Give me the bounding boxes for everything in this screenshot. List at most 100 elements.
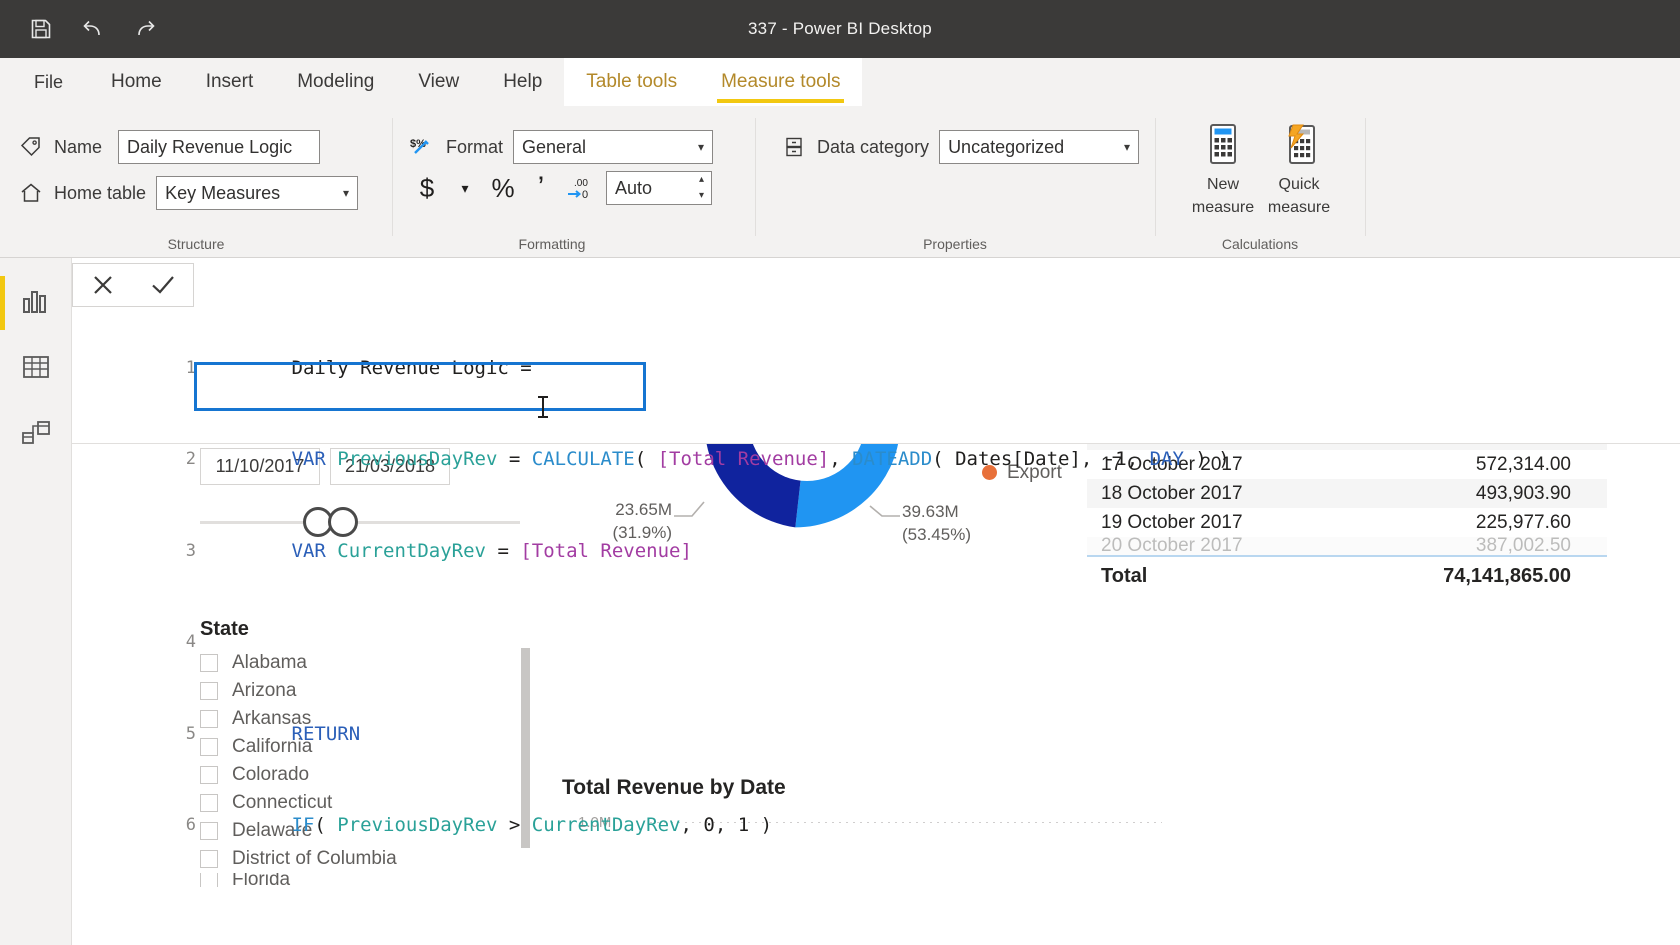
code-token: -1 (1103, 448, 1127, 470)
code-token: ( (932, 448, 956, 470)
code-token: VAR (291, 539, 338, 562)
percent-format-button[interactable]: % (484, 168, 522, 208)
currency-dropdown-button[interactable]: ▾ (446, 168, 484, 208)
code-token: Daily Revenue Logic = (291, 356, 532, 379)
code-token: DATEADD (852, 448, 933, 470)
data-table-icon (21, 352, 51, 387)
ribbon-group-properties: Data category Uncategorized ▾ Properties (755, 106, 1155, 258)
list-item[interactable]: Florida (200, 873, 530, 887)
code-line-6: 6 IF( PreviousDayRev > CurrentDayRev, 0, … (186, 780, 1670, 836)
code-token: IF (291, 814, 315, 836)
measure-name-input[interactable] (118, 130, 321, 164)
code-token: , (680, 814, 704, 836)
code-token: PreviousDayRev (337, 448, 509, 470)
tab-modeling[interactable]: Modeling (275, 58, 396, 106)
chevron-down-icon: ▾ (697, 140, 705, 154)
ribbon-group-structure: Name Home table Key Measures ▾ Structure (0, 106, 392, 258)
text-cursor-icon (538, 396, 548, 418)
tab-view[interactable]: View (396, 58, 481, 106)
dax-formula-bar[interactable]: 1 Daily Revenue Logic = 2 VAR PreviousDayR… (72, 258, 1680, 836)
stepper-arrows-icon[interactable]: ▴ ▾ (699, 175, 704, 201)
code-token: CurrentDayRev (531, 814, 681, 836)
svg-text:.00: .00 (574, 178, 588, 189)
code-token: VAR (291, 448, 338, 470)
format-label: Format (446, 136, 504, 157)
ribbon-tab-strip: File Home Insert Modeling View Help Tabl… (0, 58, 1680, 106)
checkbox-icon[interactable] (200, 873, 218, 887)
line-number: 2 (185, 449, 196, 469)
format-value: General (522, 137, 587, 157)
line-number: 4 (185, 632, 196, 652)
tab-table-tools[interactable]: Table tools (564, 58, 700, 106)
tab-measure-tools[interactable]: Measure tools (699, 58, 863, 106)
sidebar-item-report-view[interactable] (0, 270, 72, 336)
data-category-icon (781, 134, 807, 160)
code-token: Dates[Date] (955, 448, 1081, 470)
formatting-group-label: Formatting (518, 236, 586, 252)
tab-insert[interactable]: Insert (184, 58, 276, 106)
home-icon (18, 180, 44, 206)
code-line-2: 2 VAR PreviousDayRev = CALCULATE( [Total … (186, 414, 1670, 470)
decrease-decimals-button[interactable]: .00 0 (560, 168, 598, 208)
dax-code-editor[interactable]: 1 Daily Revenue Logic = 2 VAR PreviousDayR… (186, 261, 1670, 871)
sidebar-item-model-view[interactable] (0, 402, 72, 468)
home-table-label: Home table (54, 182, 147, 203)
code-token: RETURN (291, 722, 361, 745)
currency-format-button[interactable]: $ (408, 168, 446, 208)
code-token: 0 (703, 814, 715, 836)
code-token: = (508, 448, 532, 470)
home-table-value: Key Measures (165, 183, 281, 203)
code-token: [Total Revenue] (657, 448, 830, 470)
line-number: 6 (185, 815, 196, 835)
ribbon-separator (1365, 118, 1366, 236)
home-table-select[interactable]: Key Measures ▾ (156, 176, 359, 210)
code-token: , (1080, 448, 1104, 470)
code-token: ( (634, 448, 658, 470)
code-token: ) ) (1183, 448, 1230, 470)
quick-measure-button[interactable]: Quick measure (1251, 116, 1347, 218)
tag-icon (18, 134, 44, 160)
view-switcher-rail (0, 258, 72, 945)
data-category-label: Data category (817, 136, 930, 157)
undo-icon[interactable] (78, 14, 108, 44)
commit-formula-button[interactable] (140, 264, 186, 306)
tab-file[interactable]: File (0, 58, 89, 106)
code-line-1: 1 Daily Revenue Logic = (186, 322, 1670, 379)
tab-help[interactable]: Help (481, 58, 564, 106)
report-bar-chart-icon (21, 286, 51, 321)
code-token: > (508, 814, 532, 836)
title-bar: 337 - Power BI Desktop (0, 0, 1680, 58)
redo-icon[interactable] (130, 14, 160, 44)
sidebar-item-data-view[interactable] (0, 336, 72, 402)
code-token: , (829, 448, 853, 470)
decimals-value: Auto (615, 178, 653, 198)
data-category-value: Uncategorized (948, 137, 1065, 157)
thousands-separator-button[interactable]: ’ (522, 168, 560, 208)
code-token: PreviousDayRev (337, 814, 509, 836)
calculations-group-label: Calculations (1221, 236, 1299, 252)
tab-home[interactable]: Home (89, 58, 184, 106)
line-number: 1 (185, 357, 196, 378)
ribbon-group-calculations: New measure Quick measure Calculations (1155, 106, 1365, 258)
data-category-select[interactable]: Uncategorized ▾ (939, 130, 1140, 164)
format-select[interactable]: General ▾ (513, 130, 714, 164)
code-token: = (497, 539, 521, 562)
quick-measure-label-line1: Quick (1278, 176, 1320, 193)
code-token: 1 (737, 814, 750, 836)
decimals-stepper[interactable]: Auto ▴ ▾ (606, 171, 712, 205)
cancel-formula-button[interactable] (80, 264, 126, 306)
ribbon-group-formatting: $% Format General ▾ $ ▾ % ’ .00 0 Auto ▴… (392, 106, 714, 258)
name-label: Name (54, 136, 103, 157)
code-token: CALCULATE (531, 448, 635, 470)
line-number: 3 (185, 540, 196, 561)
svg-text:0: 0 (582, 189, 588, 201)
quick-measure-label-line2: measure (1267, 199, 1331, 216)
chevron-down-icon: ▾ (343, 186, 350, 200)
model-relationships-icon (21, 418, 51, 453)
code-token: , (714, 814, 738, 836)
code-token: , (1126, 448, 1150, 470)
code-token: [Total Revenue] (520, 539, 692, 562)
code-line-5: 5 RETURN (186, 688, 1670, 745)
ribbon-body: Name Home table Key Measures ▾ Structure (0, 106, 1680, 258)
save-icon[interactable] (26, 14, 56, 44)
